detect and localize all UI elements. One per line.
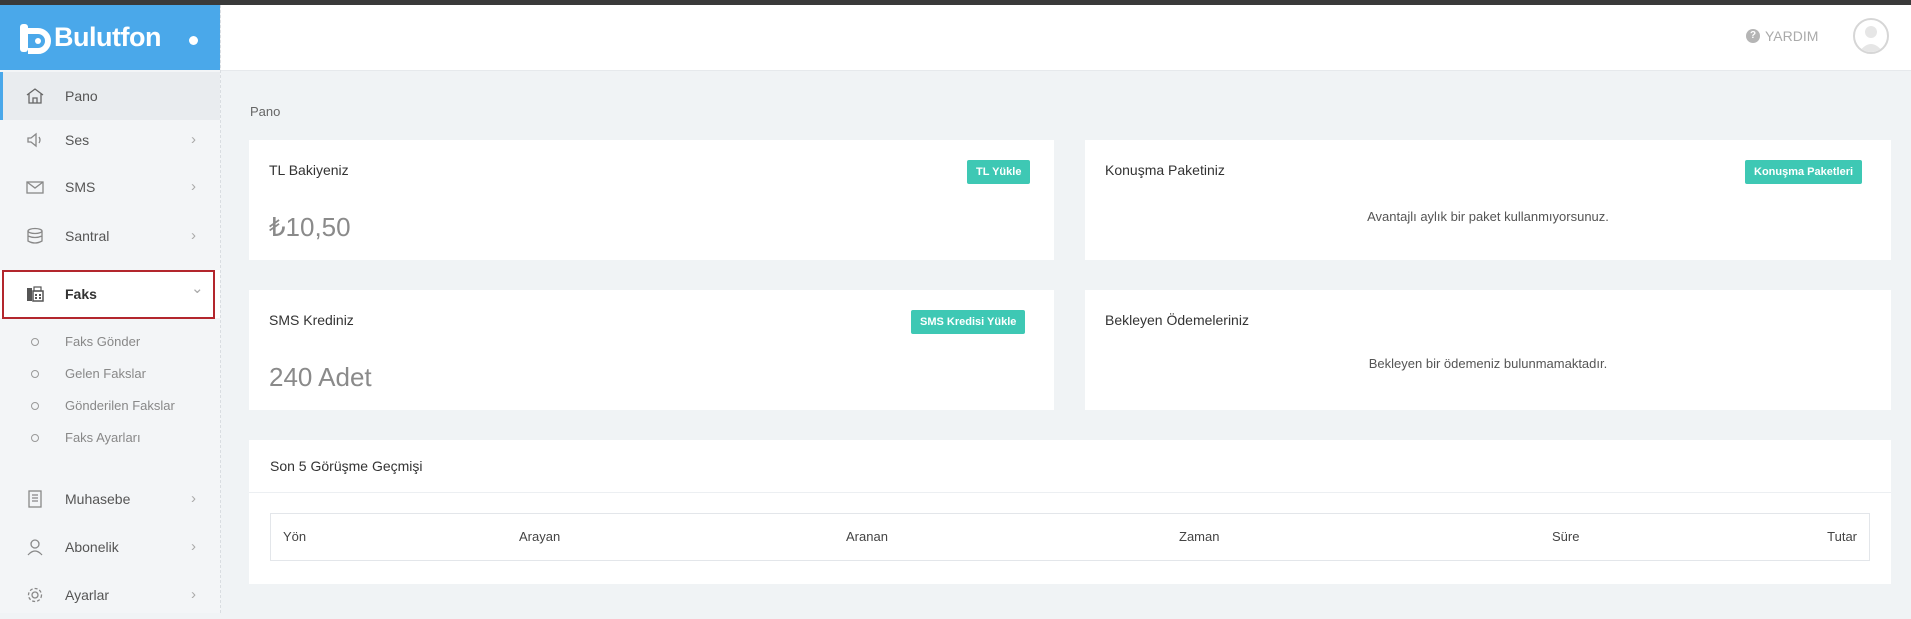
balance-card: TL Bakiyeniz TL Yükle ₺10,50 [249,140,1054,260]
chevron-right-icon: › [191,178,196,195]
pending-payments-card: Bekleyen Ödemeleriniz Bekleyen bir ödeme… [1085,290,1891,410]
card-title: Konuşma Paketiniz [1105,162,1225,178]
top-header: ? YARDIM [221,5,1911,71]
sidebar: Bulutfon Pano Ses › SMS › Santral › Faks… [0,5,221,613]
chevron-right-icon: › [191,227,196,244]
sidebar-item-santral[interactable]: Santral › [0,212,220,260]
sms-credit-value: 240 Adet [269,362,372,392]
circle-bullet-icon [31,402,39,410]
user-avatar-icon [1859,26,1883,52]
database-icon [27,227,43,244]
circle-bullet-icon [31,434,39,442]
chevron-down-icon: ⌄ [191,280,204,297]
sidebar-item-label: SMS [65,179,96,195]
sidebar-item-ayarlar[interactable]: Ayarlar › [0,571,220,619]
chevron-right-icon: › [191,538,196,555]
balance-value: ₺10,50 [269,212,351,242]
sidebar-item-muhasebe[interactable]: Muhasebe › [0,475,220,523]
sidebar-item-label: Ses [65,132,90,148]
chevron-right-icon: › [191,490,196,507]
submenu-item-label: Faks Ayarları [65,430,141,445]
payments-message: Bekleyen bir ödemeniz bulunmamaktadır. [1368,356,1608,371]
card-title: TL Bakiyeniz [269,162,349,178]
card-title: Bekleyen Ödemeleriniz [1105,312,1249,328]
speaker-icon [27,132,41,148]
sidebar-item-sms[interactable]: SMS › [0,163,220,211]
column-header-duration[interactable]: Süre [1552,514,1579,560]
chevron-right-icon: › [191,586,196,603]
submenu-item-label: Gönderilen Fakslar [65,398,175,413]
document-icon [28,490,42,508]
sidebar-item-label: Faks [65,286,97,302]
call-packages-button[interactable]: Konuşma Paketleri [1745,160,1863,184]
column-header-caller[interactable]: Arayan [519,514,560,560]
card-title: SMS Krediniz [269,312,354,328]
column-header-callee[interactable]: Aranan [846,514,888,560]
column-header-amount[interactable]: Tutar [1827,514,1857,560]
sidebar-item-label: Muhasebe [65,491,131,507]
gear-icon [27,587,43,603]
fax-icon [27,286,44,302]
sidebar-item-label: Ayarlar [65,587,110,603]
load-sms-credit-button[interactable]: SMS Kredisi Yükle [911,310,1026,334]
circle-bullet-icon [31,370,39,378]
call-history-table: Yön Arayan Aranan Zaman Süre Tutar [270,513,1870,561]
circle-bullet-icon [31,338,39,346]
breadcrumb: Pano [250,104,281,119]
logo[interactable]: Bulutfon [0,5,220,70]
home-icon [26,88,44,104]
sidebar-item-pano[interactable]: Pano [0,72,220,120]
sms-credit-card: SMS Krediniz SMS Kredisi Yükle 240 Adet [249,290,1054,410]
submenu-item-gonderilen-fakslar[interactable]: Gönderilen Fakslar [0,390,220,422]
help-link[interactable]: ? YARDIM [1746,28,1818,44]
sidebar-item-faks[interactable]: Faks ⌄ [0,270,220,318]
envelope-icon [26,181,44,194]
sidebar-item-label: Pano [65,88,98,104]
submenu-item-label: Gelen Fakslar [65,366,146,381]
package-card: Konuşma Paketiniz Konuşma Paketleri Avan… [1085,140,1891,260]
column-header-direction[interactable]: Yön [283,514,306,560]
help-label: YARDIM [1765,28,1819,44]
avatar[interactable] [1853,18,1889,54]
call-history-card: Son 5 Görüşme Geçmişi Yön Arayan Aranan … [249,440,1891,584]
logo-text: Bulutfon [54,22,161,52]
load-balance-button[interactable]: TL Yükle [967,160,1031,184]
submenu-item-gelen-fakslar[interactable]: Gelen Fakslar [0,358,220,390]
logo-dot [189,36,198,45]
sidebar-item-ses[interactable]: Ses › [0,116,220,164]
sidebar-item-label: Santral [65,228,110,244]
user-icon [27,539,43,556]
question-icon: ? [1746,29,1760,43]
bulutfon-logo-icon [20,24,51,54]
card-title: Son 5 Görüşme Geçmişi [270,458,423,474]
submenu-item-label: Faks Gönder [65,334,141,349]
sidebar-item-abonelik[interactable]: Abonelik › [0,523,220,571]
package-message: Avantajlı aylık bir paket kullanmıyorsun… [1367,209,1609,224]
divider [249,492,1891,493]
chevron-right-icon: › [191,131,196,148]
submenu-item-faks-gonder[interactable]: Faks Gönder [0,326,220,358]
sidebar-item-label: Abonelik [65,539,119,555]
column-header-time[interactable]: Zaman [1179,514,1219,560]
submenu-item-faks-ayarlari[interactable]: Faks Ayarları [0,422,220,454]
